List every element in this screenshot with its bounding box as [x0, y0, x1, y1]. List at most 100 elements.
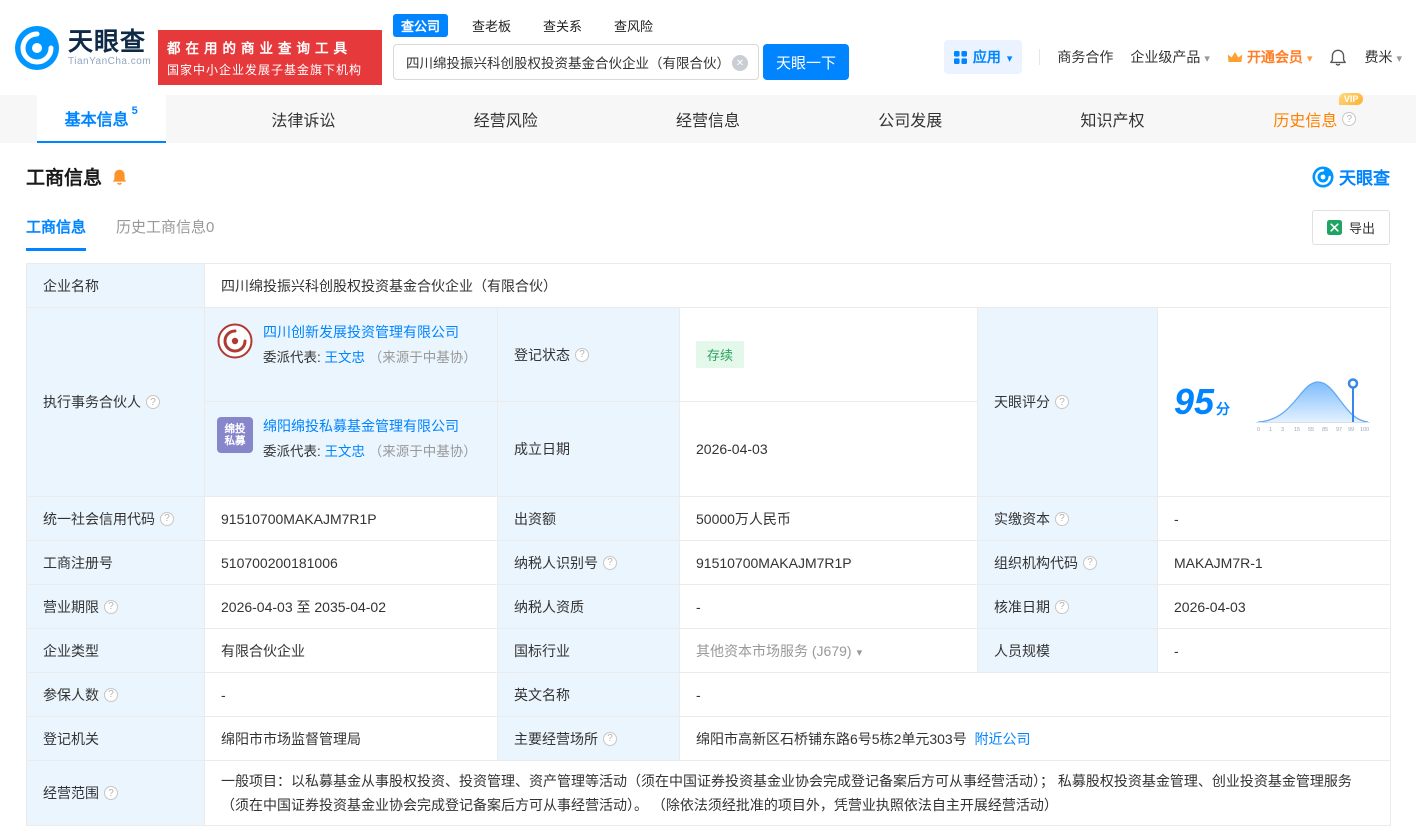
value-reg-status: 存续 — [680, 308, 978, 402]
label-reg-status: 登记状态 — [498, 308, 680, 402]
business-cooperation-link[interactable]: 商务合作 — [1057, 47, 1113, 67]
label-address: 主要经营场所 — [498, 717, 680, 761]
label-taxpayer-id: 纳税人识别号 — [498, 541, 680, 585]
nearby-companies-link[interactable]: 附近公司 — [975, 731, 1031, 747]
value-company-name: 四川绵投振兴科创股权投资基金合伙企业（有限合伙） — [205, 264, 1391, 308]
export-button[interactable]: 导出 — [1312, 210, 1390, 245]
value-reg-number: 510700200181006 — [205, 541, 498, 585]
svg-text:55: 55 — [1308, 427, 1314, 433]
user-menu[interactable]: 费米 — [1364, 47, 1402, 67]
label-approval-date: 核准日期 — [978, 585, 1158, 629]
help-icon[interactable] — [160, 512, 174, 526]
value-taxpayer-id: 91510700MAKAJM7R1P — [680, 541, 978, 585]
enterprise-products-menu[interactable]: 企业级产品 — [1130, 47, 1210, 67]
help-icon[interactable] — [1055, 600, 1069, 614]
tab-history-info[interactable]: 历史信息 VIP — [1214, 95, 1416, 143]
subtab-history-business-info[interactable]: 历史工商信息0 — [116, 216, 214, 251]
help-icon[interactable] — [104, 600, 118, 614]
company-nav-tabs: 基本信息5 法律诉讼 经营风险 经营信息 公司发展 知识产权 历史信息 VIP — [0, 95, 1416, 143]
chevron-down-icon — [1396, 49, 1402, 65]
help-icon[interactable] — [603, 732, 617, 746]
chevron-down-icon — [1007, 49, 1013, 65]
help-icon[interactable] — [1083, 556, 1097, 570]
search-tab-boss[interactable]: 查老板 — [464, 14, 519, 37]
label-company-name: 企业名称 — [27, 264, 205, 308]
subtab-business-info[interactable]: 工商信息 — [26, 216, 86, 251]
tab-operating-risk[interactable]: 经营风险 — [405, 95, 607, 143]
username: 费米 — [1364, 47, 1392, 67]
rep-prefix: 委派代表: — [263, 350, 321, 365]
label-taxpayer-quality: 纳税人资质 — [498, 585, 680, 629]
help-icon[interactable] — [1342, 112, 1356, 126]
tianyancha-logo[interactable]: 天眼查 TianYanCha.com — [14, 25, 151, 71]
search-tab-company[interactable]: 查公司 — [393, 14, 448, 37]
chevron-down-icon — [1204, 49, 1210, 65]
label-business-term: 营业期限 — [27, 585, 205, 629]
partner-logo: 绵投 私募 — [217, 417, 253, 453]
label-paid-capital: 实缴资本 — [978, 497, 1158, 541]
help-icon[interactable] — [1055, 512, 1069, 526]
label-staff-size: 人员规模 — [978, 629, 1158, 673]
apps-grid-icon — [954, 51, 967, 64]
svg-text:99: 99 — [1348, 427, 1354, 433]
label-tianyan-score: 天眼评分 — [978, 308, 1158, 497]
help-icon[interactable] — [603, 556, 617, 570]
score-distribution-chart: 0 1 3 15 55 85 97 99 100 — [1252, 371, 1374, 433]
tab-operating-info[interactable]: 经营信息 — [607, 95, 809, 143]
value-registry: 绵阳市市场监督管理局 — [205, 717, 498, 761]
value-business-scope: 一般项目：以私募基金从事股权投资、投资管理、资产管理等活动（须在中国证券投资基金… — [205, 761, 1391, 826]
search-input[interactable] — [394, 45, 758, 79]
tab-legal-proceedings[interactable]: 法律诉讼 — [202, 95, 404, 143]
partner-name-link[interactable]: 四川创新发展投资管理有限公司 — [263, 323, 477, 341]
search-row: 天眼一下 — [393, 44, 849, 80]
label-capital: 出资额 — [498, 497, 680, 541]
value-taxpayer-quality: - — [680, 585, 978, 629]
score-number: 95分 — [1174, 382, 1230, 422]
value-industry: 其他资本市场服务 (J679) — [680, 629, 978, 673]
value-address: 绵阳市高新区石桥铺东路6号5栋2单元303号 附近公司 — [680, 717, 1391, 761]
logo-text: 天眼查 TianYanCha.com — [68, 29, 151, 67]
help-icon[interactable] — [146, 395, 160, 409]
rep-source: （来源于中基协） — [369, 350, 477, 365]
banner-line2: 国家中小企业发展子基金旗下机构 — [167, 61, 373, 78]
industry-expand-chevron-icon[interactable] — [852, 643, 863, 659]
search-tab-risk[interactable]: 查风险 — [606, 14, 661, 37]
label-reg-number: 工商注册号 — [27, 541, 205, 585]
excel-icon — [1327, 220, 1342, 235]
help-icon[interactable] — [104, 786, 118, 800]
tab-company-development[interactable]: 公司发展 — [809, 95, 1011, 143]
apps-menu[interactable]: 应用 — [944, 40, 1023, 74]
svg-text:15: 15 — [1294, 427, 1300, 433]
subtab-row: 工商信息 历史工商信息0 导出 — [26, 210, 1390, 251]
tianyancha-mini-icon — [1312, 166, 1334, 188]
representative-link[interactable]: 王文忠 — [325, 444, 366, 459]
status-badge: 存续 — [696, 341, 744, 368]
search-button[interactable]: 天眼一下 — [763, 44, 849, 80]
banner-line1: 都在用的商业查询工具 — [167, 37, 373, 57]
representative-link[interactable]: 王文忠 — [325, 350, 366, 365]
label-insured-count: 参保人数 — [27, 673, 205, 717]
partner-name-link[interactable]: 绵阳绵投私募基金管理有限公司 — [263, 417, 477, 435]
svg-text:3: 3 — [1281, 427, 1284, 433]
help-icon[interactable] — [575, 348, 589, 362]
vip-upgrade-menu[interactable]: 开通会员 — [1227, 47, 1313, 67]
value-org-code: MAKAJM7R-1 — [1158, 541, 1391, 585]
label-establish-date: 成立日期 — [498, 402, 680, 497]
search-area: 查公司 查老板 查关系 查风险 天眼一下 — [393, 14, 849, 80]
search-tab-relation[interactable]: 查关系 — [535, 14, 590, 37]
section-watermark-logo: 天眼查 — [1312, 164, 1390, 189]
label-org-code: 组织机构代码 — [978, 541, 1158, 585]
help-icon[interactable] — [104, 688, 118, 702]
svg-text:100: 100 — [1360, 427, 1369, 433]
tab-basic-info[interactable]: 基本信息5 — [0, 95, 202, 143]
brand-domain: TianYanCha.com — [68, 56, 151, 67]
chevron-down-icon — [1307, 49, 1313, 65]
clear-icon[interactable] — [732, 55, 748, 71]
label-credit-code: 统一社会信用代码 — [27, 497, 205, 541]
help-icon[interactable] — [1055, 395, 1069, 409]
value-capital: 50000万人民币 — [680, 497, 978, 541]
subscribe-bell-icon[interactable] — [111, 168, 128, 186]
tab-intellectual-property[interactable]: 知识产权 — [1011, 95, 1213, 143]
header-right-menu: 应用 商务合作 企业级产品 开通会员 费米 — [944, 40, 1402, 74]
notification-bell-icon[interactable] — [1329, 48, 1347, 67]
